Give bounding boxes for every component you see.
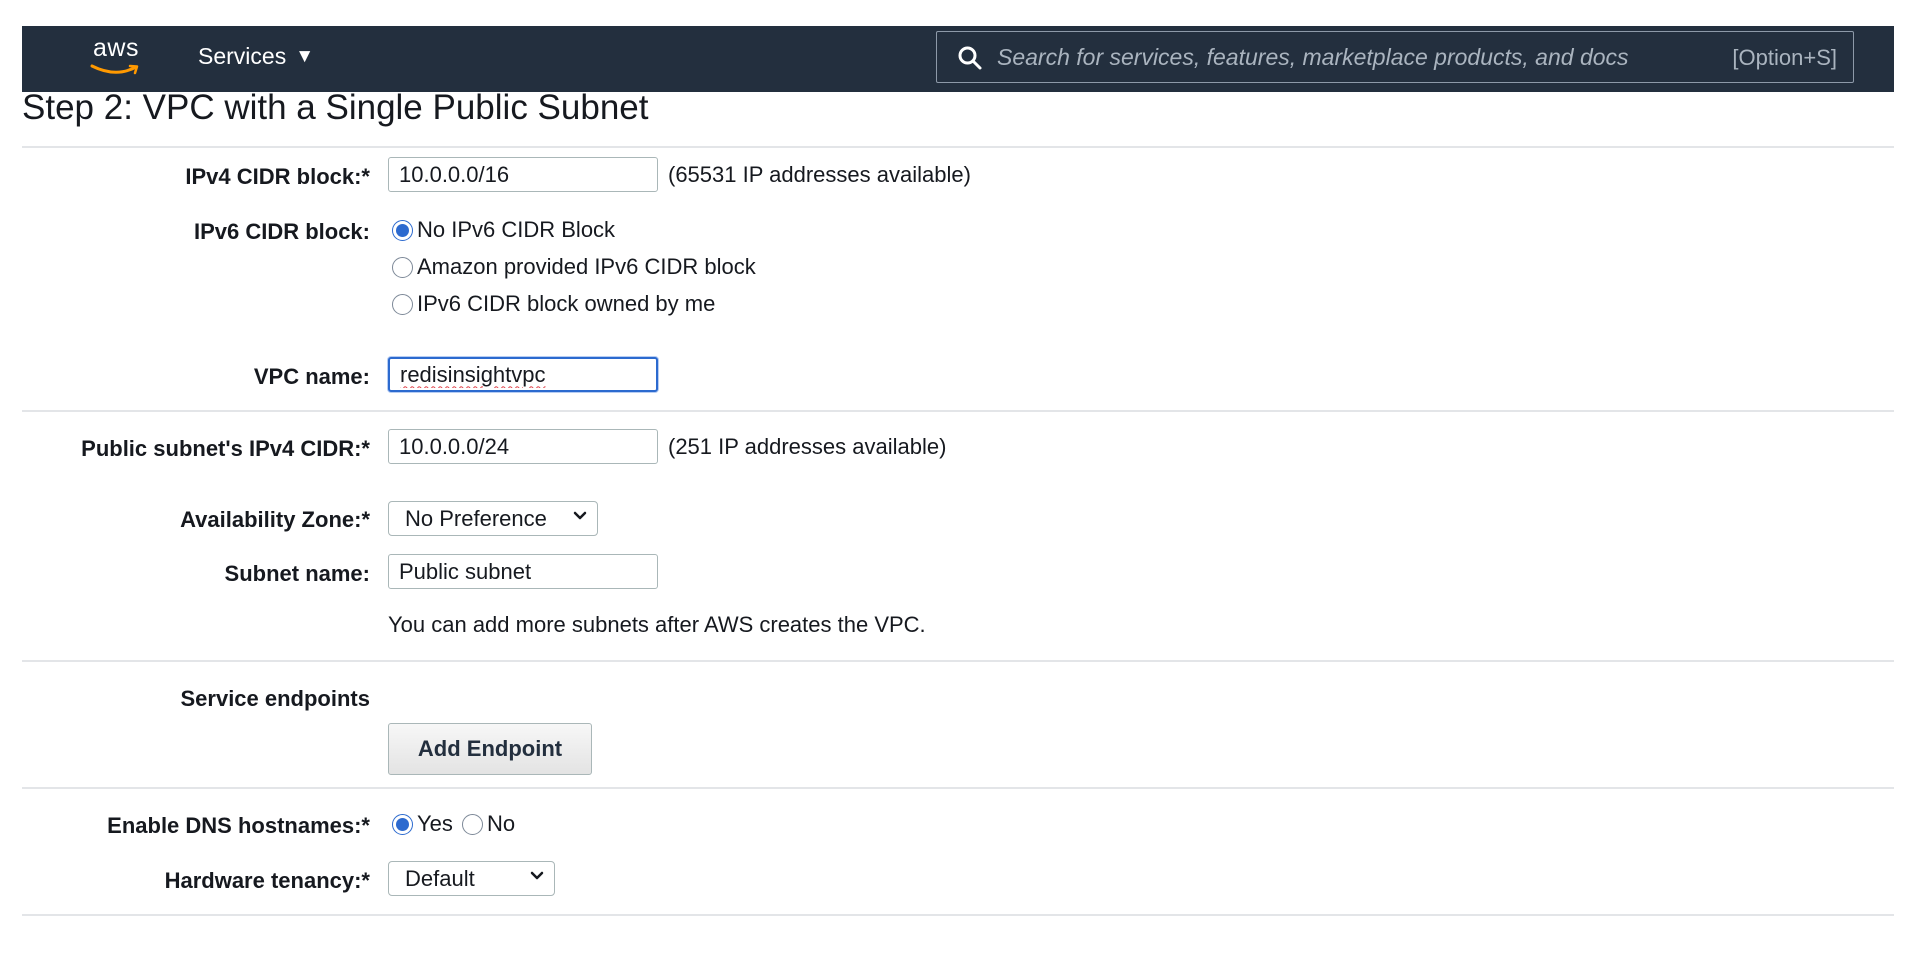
services-menu-button[interactable]: Services ▼ [198, 43, 314, 70]
ipv6-option-amazon-label: Amazon provided IPv6 CIDR block [417, 254, 756, 279]
chevron-down-icon [573, 511, 587, 520]
radio-selected[interactable] [392, 813, 413, 835]
section-divider [22, 146, 1894, 148]
ipv6-option-owned-label: IPv6 CIDR block owned by me [417, 291, 716, 316]
public-subnet-cidr-label: Public subnet's IPv4 CIDR:* [81, 436, 370, 461]
top-navigation-bar: aws Services ▼ [Option+S] [22, 26, 1894, 92]
dns-hostnames-yes-label: Yes [417, 811, 453, 836]
hardware-tenancy-label: Hardware tenancy:* [164, 868, 370, 893]
radio-unselected[interactable] [392, 256, 413, 278]
ipv4-cidr-availability: (65531 IP addresses available) [668, 162, 971, 187]
dns-hostnames-no[interactable]: No [462, 811, 515, 837]
search-icon [958, 46, 982, 70]
services-label: Services [198, 43, 287, 69]
ipv4-cidr-input[interactable] [388, 157, 658, 192]
public-subnet-availability: (251 IP addresses available) [668, 434, 947, 459]
dns-hostnames-label: Enable DNS hostnames:* [107, 813, 370, 838]
aws-smile-icon [90, 64, 139, 75]
dns-hostnames-yes[interactable]: Yes [392, 811, 453, 837]
ipv6-option-none-label: No IPv6 CIDR Block [417, 217, 616, 242]
add-endpoint-button[interactable]: Add Endpoint [388, 723, 592, 775]
ipv6-option-amazon[interactable]: Amazon provided IPv6 CIDR block [392, 254, 756, 280]
availability-zone-select[interactable]: No Preference [388, 501, 598, 536]
section-divider [22, 410, 1894, 412]
hardware-tenancy-value: Default [405, 866, 475, 891]
search-shortcut-hint: [Option+S] [1732, 45, 1837, 70]
ipv6-option-none[interactable]: No IPv6 CIDR Block [392, 217, 615, 243]
aws-logo[interactable]: aws [84, 34, 148, 78]
public-subnet-cidr-input[interactable] [388, 429, 658, 464]
ipv4-cidr-label: IPv4 CIDR block:* [185, 164, 370, 189]
ipv6-option-owned[interactable]: IPv6 CIDR block owned by me [392, 291, 715, 317]
section-divider [22, 914, 1894, 916]
chevron-down-icon [530, 871, 544, 880]
aws-logo-text: aws [93, 34, 139, 62]
section-divider [22, 787, 1894, 789]
subnet-note: You can add more subnets after AWS creat… [388, 612, 926, 637]
page-title: Step 2: VPC with a Single Public Subnet [22, 88, 649, 127]
section-divider [22, 660, 1894, 662]
dns-hostnames-no-label: No [487, 811, 516, 836]
global-search-box[interactable]: [Option+S] [936, 31, 1854, 83]
availability-zone-value: No Preference [405, 506, 547, 531]
subnet-name-label: Subnet name: [224, 561, 370, 586]
radio-selected[interactable] [392, 219, 413, 241]
radio-unselected[interactable] [392, 293, 413, 315]
radio-unselected[interactable] [462, 813, 483, 835]
subnet-name-input[interactable] [388, 554, 658, 589]
hardware-tenancy-select[interactable]: Default [388, 861, 555, 896]
services-caret-icon: ▼ [295, 45, 315, 67]
service-endpoints-label: Service endpoints [180, 686, 370, 711]
vpc-name-input[interactable] [388, 357, 658, 392]
ipv6-cidr-label: IPv6 CIDR block: [193, 219, 370, 244]
vpc-name-label: VPC name: [253, 364, 370, 389]
availability-zone-label: Availability Zone:* [180, 507, 370, 532]
global-search-input[interactable] [995, 40, 1695, 74]
